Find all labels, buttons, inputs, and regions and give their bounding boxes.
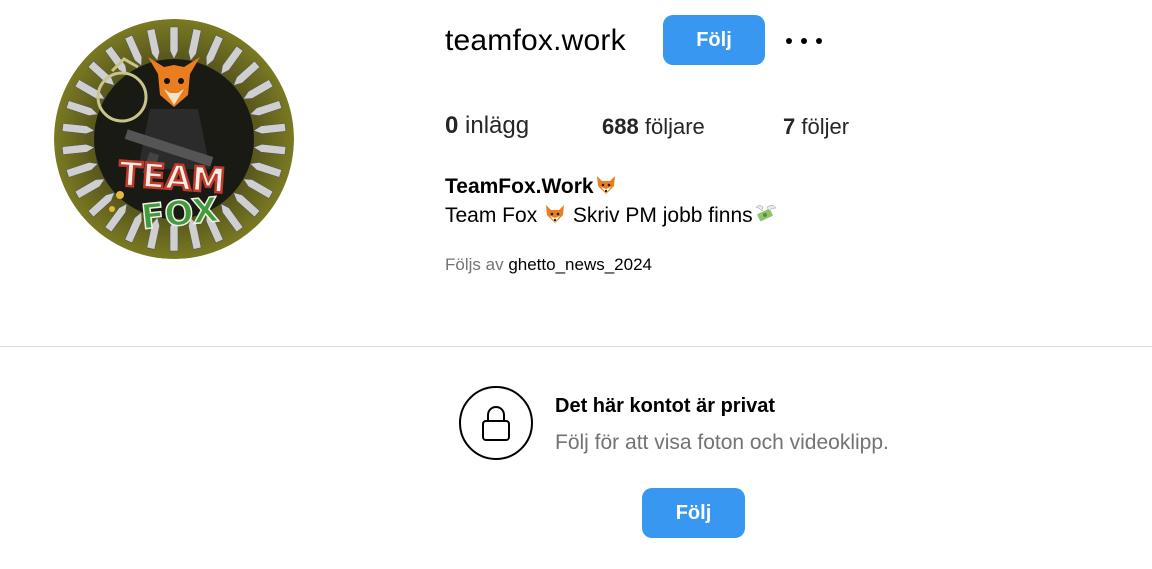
profile-avatar[interactable]: TEAM FOX [54, 19, 294, 259]
follow-button-private[interactable]: Följ [642, 488, 745, 538]
posts-count-value: 0 [445, 112, 459, 139]
fox-emoji-icon [596, 176, 615, 194]
lock-icon [482, 406, 510, 441]
followed-by-user-link[interactable]: ghetto_news_2024 [508, 255, 652, 274]
dot [801, 38, 807, 44]
followers-count-value: 688 [602, 114, 639, 139]
dot [786, 38, 792, 44]
following-count-value: 7 [783, 114, 796, 139]
money-with-wings-emoji-icon [755, 205, 777, 222]
followers-count[interactable]: 688 följare [602, 114, 705, 140]
profile-page: TEAM FOX teamfox.work Följ 0 inlägg 688 … [0, 0, 1152, 569]
dot [816, 38, 822, 44]
followed-by-prefix: Följs av [445, 255, 504, 274]
private-lock-badge [459, 386, 533, 460]
private-account-title: Det här kontot är privat [555, 395, 776, 417]
following-count-label: följer [801, 114, 850, 139]
bio-text-part2: Skriv PM jobb finns [572, 204, 753, 227]
private-account-subtitle: Följ för att visa foton och videoklipp. [555, 431, 889, 454]
profile-bio: Team Fox Skriv PM jobb finns [445, 203, 777, 228]
following-count[interactable]: 7 följer [783, 114, 849, 140]
bio-text-part1: Team Fox [445, 204, 538, 227]
profile-username: teamfox.work [445, 24, 626, 57]
posts-count: 0 inlägg [445, 112, 529, 140]
posts-count-label: inlägg [465, 112, 530, 139]
team-fox-logo-icon: TEAM FOX [54, 19, 294, 259]
followers-count-label: följare [644, 114, 705, 139]
follow-button[interactable]: Följ [663, 15, 765, 65]
full-name-text: TeamFox.Work [445, 175, 594, 198]
section-divider [0, 346, 1152, 347]
followed-by: Följs av ghetto_news_2024 [445, 255, 652, 275]
fox-emoji-icon [546, 205, 565, 223]
logo-text-fox: FOX [139, 190, 220, 238]
more-options-icon[interactable] [786, 27, 822, 55]
profile-full-name: TeamFox.Work [445, 174, 618, 199]
